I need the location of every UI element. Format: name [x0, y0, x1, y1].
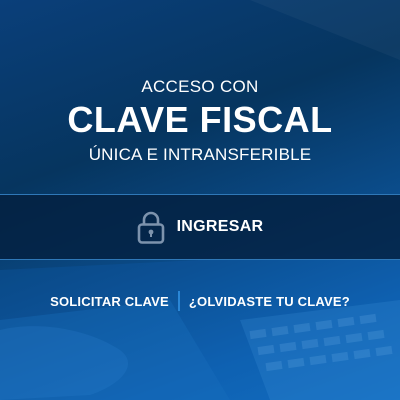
olvidaste-clave-link[interactable]: ¿OLVIDASTE TU CLAVE? [189, 294, 350, 309]
ingresar-button[interactable]: INGRESAR [0, 194, 400, 260]
ingresar-label: INGRESAR [176, 218, 264, 235]
secondary-links: SOLICITAR CLAVE ¿OLVIDASTE TU CLAVE? [0, 290, 400, 312]
heading-title: CLAVE FISCAL [67, 99, 333, 140]
heading-pretitle: ACCESO CON [141, 77, 259, 96]
heading: ACCESO CON CLAVE FISCAL ÚNICA E INTRANSF… [0, 76, 400, 166]
heading-subtitle: ÚNICA E INTRANSFERIBLE [88, 145, 312, 164]
solicitar-clave-link[interactable]: SOLICITAR CLAVE [50, 294, 169, 309]
clave-fiscal-panel: ACCESO CON CLAVE FISCAL ÚNICA E INTRANSF… [0, 0, 400, 400]
lock-icon [137, 211, 164, 244]
link-separator [177, 291, 180, 311]
